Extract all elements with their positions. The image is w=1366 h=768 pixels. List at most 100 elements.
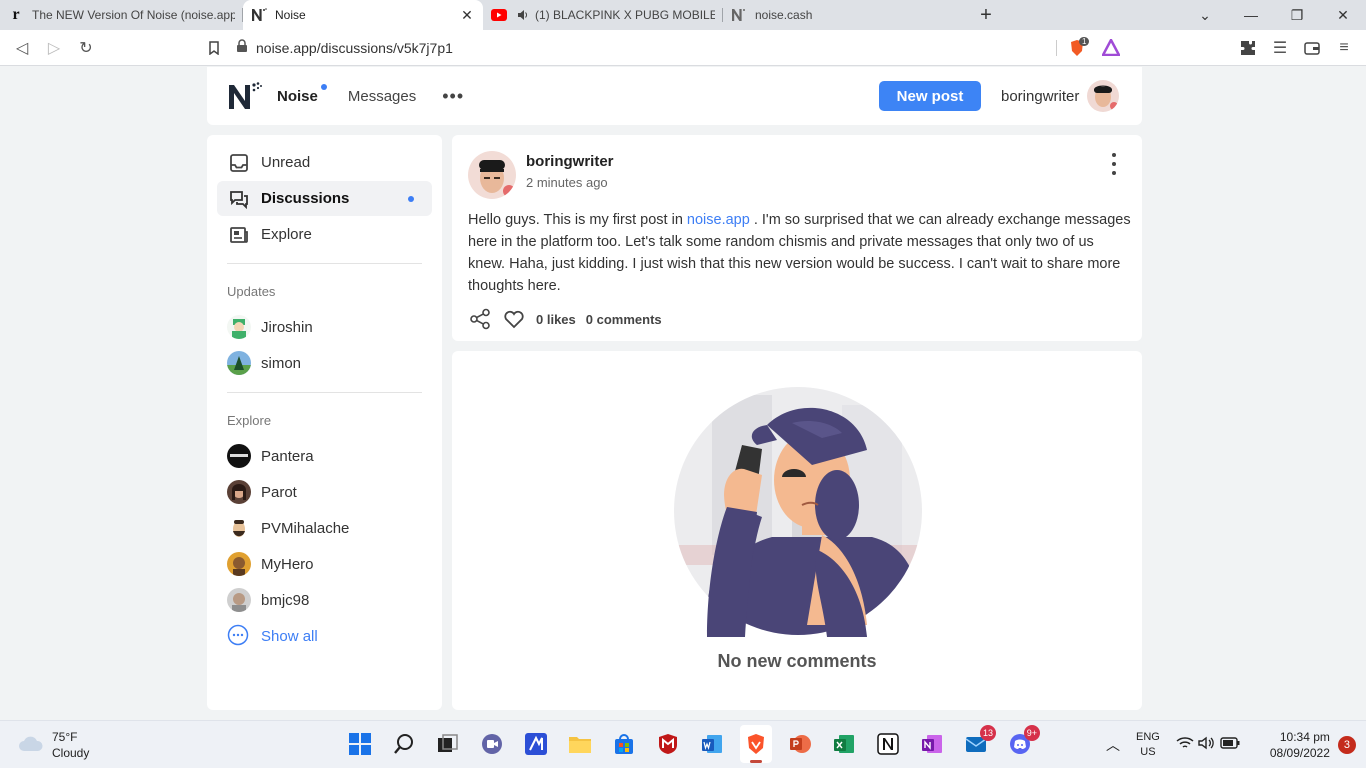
sidebar-item-explore[interactable]: Explore (217, 217, 432, 252)
weather-temp: 75°F (52, 730, 78, 744)
app-header: Noise Messages ••• New post boringwriter (207, 67, 1142, 125)
clock[interactable]: 10:34 pm 08/09/2022 (1270, 729, 1330, 761)
user-menu[interactable]: boringwriter (1001, 80, 1120, 112)
noise-logo-icon (251, 7, 267, 23)
sidebar-item-discussions[interactable]: Discussions (217, 181, 432, 216)
volume-icon[interactable] (1198, 736, 1216, 755)
task-view-icon[interactable] (432, 725, 464, 763)
new-tab-button[interactable]: + (971, 0, 1001, 30)
close-tab-icon[interactable]: ✕ (459, 7, 475, 24)
tab-noise-cash[interactable]: noise.cash (723, 0, 963, 30)
avatar (227, 552, 251, 576)
share-icon[interactable] (468, 307, 492, 331)
sidebar-item-label: Explore (261, 226, 312, 243)
user-name: Pantera (261, 447, 314, 465)
youtube-icon (491, 7, 507, 23)
noise-logo-icon[interactable] (227, 81, 263, 111)
explore-user-myhero[interactable]: MyHero (227, 551, 314, 577)
likes-count[interactable]: 0 likes (536, 312, 576, 327)
header-username: boringwriter (1001, 87, 1080, 105)
taskbar: 75°F Cloudy 13 9+ ︿ ENG US 10:34 pm 08/0… (0, 720, 1366, 768)
store-icon[interactable] (608, 725, 640, 763)
address-bar[interactable]: noise.app/discussions/v5k7j7p1 1 (236, 34, 1124, 62)
minimize-button[interactable]: — (1228, 0, 1274, 30)
avatar (227, 588, 251, 612)
explore-user-bmjc98[interactable]: bmjc98 (227, 587, 309, 613)
discord-icon[interactable]: 9+ (1004, 725, 1040, 763)
menu-icon[interactable]: ≡ (1328, 32, 1360, 64)
show-all-label: Show all (261, 627, 318, 645)
sidebar: Unread Discussions Explore Updates Jiros… (207, 135, 442, 710)
teams-chat-icon[interactable] (476, 725, 508, 763)
forward-icon[interactable]: ▷ (38, 32, 70, 64)
brave-browser-icon[interactable] (740, 725, 772, 763)
avatar[interactable] (468, 151, 516, 199)
show-all-link[interactable]: Show all (227, 623, 318, 649)
more-menu-icon[interactable]: ••• (442, 86, 464, 107)
discord-badge: 9+ (1023, 725, 1040, 741)
brave-shield-icon[interactable]: 1 (1068, 37, 1090, 59)
post-options-icon[interactable] (1106, 153, 1122, 175)
post-actions: 0 likes 0 comments (468, 307, 672, 331)
tab-youtube[interactable]: (1) BLACKPINK X PUBG MOBILE - (483, 0, 723, 30)
lock-icon (236, 38, 248, 58)
cloud-icon (18, 734, 44, 757)
tab-title: The NEW Version Of Noise (noise.app) (32, 8, 235, 22)
post-link[interactable]: noise.app (687, 212, 750, 228)
start-button[interactable] (344, 725, 376, 763)
powerpoint-icon[interactable] (784, 725, 816, 763)
more-circle-icon (227, 624, 251, 648)
media-playlist-icon[interactable]: ☰ (1264, 32, 1296, 64)
sidebar-item-unread[interactable]: Unread (217, 145, 432, 180)
restore-button[interactable]: ❐ (1274, 0, 1320, 30)
explore-user-parot[interactable]: Parot (227, 479, 297, 505)
battery-icon[interactable] (1220, 736, 1240, 754)
close-window-button[interactable]: ✕ (1320, 0, 1366, 30)
comments-card: No new comments (452, 351, 1142, 710)
weather-desc: Cloudy (52, 746, 90, 760)
nav-noise[interactable]: Noise (277, 83, 327, 105)
comments-count[interactable]: 0 comments (586, 312, 662, 327)
mail-icon[interactable]: 13 (960, 725, 996, 763)
update-user-simon[interactable]: simon (227, 350, 301, 376)
chevron-up-icon[interactable]: ︿ (1106, 735, 1120, 755)
search-icon[interactable] (388, 725, 420, 763)
onenote-icon[interactable] (916, 725, 948, 763)
file-explorer-icon[interactable] (564, 725, 596, 763)
brave-rewards-icon[interactable] (1100, 37, 1122, 61)
reload-icon[interactable]: ↻ (70, 32, 102, 64)
update-user-jiroshin[interactable]: Jiroshin (227, 314, 313, 340)
post-time: 2 minutes ago (526, 175, 608, 190)
post-author[interactable]: boringwriter (526, 153, 614, 170)
mcafee-icon[interactable] (652, 725, 684, 763)
window-controls: ⌄ — ❐ ✕ (1182, 0, 1366, 30)
avatar (227, 315, 251, 339)
wallet-icon[interactable] (1296, 32, 1328, 64)
avatar (227, 351, 251, 375)
language-indicator[interactable]: ENG US (1136, 730, 1160, 760)
new-post-button[interactable]: New post (879, 81, 981, 111)
weather-widget[interactable]: 75°F Cloudy (18, 729, 89, 761)
back-icon[interactable]: ◁ (6, 32, 38, 64)
avatar (227, 516, 251, 540)
nav-messages[interactable]: Messages (348, 88, 416, 105)
avatar (227, 444, 251, 468)
chevron-down-icon[interactable]: ⌄ (1182, 0, 1228, 30)
tab-noise-version[interactable]: r The NEW Version Of Noise (noise.app) (0, 0, 243, 30)
explore-user-pantera[interactable]: Pantera (227, 443, 314, 469)
user-name: bmjc98 (261, 591, 310, 609)
word-icon[interactable] (696, 725, 728, 763)
wifi-icon[interactable] (1176, 736, 1194, 755)
tab-noise[interactable]: Noise ✕ (243, 0, 483, 30)
vscode-like-icon[interactable] (520, 725, 552, 763)
heart-icon[interactable] (502, 307, 526, 331)
user-name: PVMihalache (261, 519, 350, 537)
bookmark-icon[interactable] (198, 32, 230, 64)
notification-badge[interactable]: 3 (1337, 736, 1356, 754)
user-name: simon (261, 354, 302, 372)
system-tray: ︿ ENG US 10:34 pm 08/09/2022 3 (1106, 729, 1356, 761)
extensions-icon[interactable] (1232, 32, 1264, 64)
excel-icon[interactable] (828, 725, 860, 763)
notion-icon[interactable] (872, 725, 904, 763)
explore-user-pvmihalache[interactable]: PVMihalache (227, 515, 349, 541)
